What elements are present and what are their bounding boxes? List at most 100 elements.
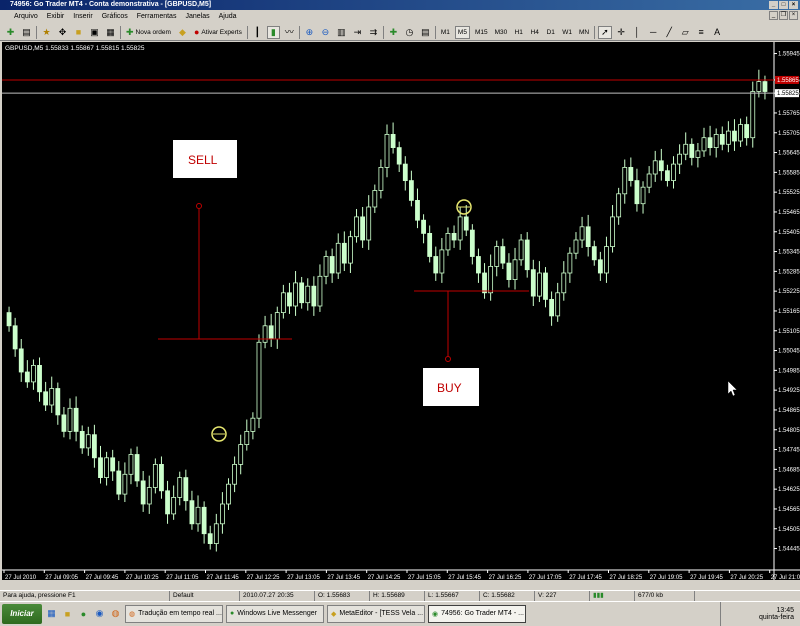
bull-candle	[738, 124, 743, 142]
menu-tools[interactable]: Ferramentas	[137, 13, 177, 20]
mdi-minimize-icon[interactable]: _	[769, 11, 778, 20]
menu-help[interactable]: Ajuda	[219, 13, 237, 20]
toolbar-separator	[594, 25, 596, 39]
zoom-out-button[interactable]: ⊖	[319, 26, 332, 39]
bull-candle	[640, 186, 646, 205]
trendline-tool-button[interactable]: ╱	[663, 26, 676, 39]
menu-file[interactable]: Arquivo	[14, 13, 38, 20]
metaeditor-button[interactable]: ◆	[176, 26, 189, 39]
indicators-icon: ✚	[389, 26, 398, 37]
templates-button[interactable]: ▤	[419, 26, 432, 39]
mouse-cursor-icon	[727, 380, 738, 397]
bull-candle	[146, 487, 152, 505]
price-tick-label: 1.55465	[778, 210, 800, 216]
messenger-icon[interactable]: ●	[77, 607, 90, 620]
bear-candle	[329, 256, 335, 274]
crosshair-tool-button[interactable]: ✛	[615, 26, 628, 39]
status-profile[interactable]: Default	[170, 591, 240, 601]
bull-candle	[671, 163, 676, 181]
experts-button[interactable]: ● Ativar Experts	[192, 26, 244, 39]
time-tick-label: 27 Jul 09:05	[45, 575, 78, 580]
market-watch-button[interactable]: ★	[40, 26, 53, 39]
fibonacci-tool-button[interactable]: ≡	[695, 26, 708, 39]
menu-bar: Arquivo Exibir Inserir Gráficos Ferramen…	[0, 10, 800, 22]
bear-candle	[421, 219, 426, 234]
periodicity-button[interactable]: ◷	[403, 26, 416, 39]
menu-charts[interactable]: Gráficos	[102, 13, 128, 20]
bull-candle	[177, 477, 183, 498]
task-messenger[interactable]: ● Windows Live Messenger	[226, 604, 324, 623]
close-icon[interactable]: ×	[789, 1, 798, 9]
cursor-tool-button[interactable]: ➚	[598, 25, 612, 39]
title-bar: 74956: Go Trader MT4 - Conta demonstrati…	[0, 0, 800, 10]
terminal-button[interactable]: ▣	[88, 26, 101, 39]
explorer-icon[interactable]: ■	[61, 607, 74, 620]
clock[interactable]: 13:45	[776, 607, 794, 614]
line-chart-button[interactable]: 〰	[283, 26, 296, 39]
horizontal-line-tool-button[interactable]: ─	[647, 26, 660, 39]
new-chart-button[interactable]: ✚	[4, 26, 17, 39]
crosshair-icon: ✛	[617, 26, 625, 37]
zoom-in-button[interactable]: ⊕	[303, 26, 316, 39]
bar-chart-button[interactable]: ┃	[251, 26, 264, 39]
period-w1[interactable]: W1	[560, 26, 574, 39]
navigator-icon: ✥	[58, 26, 67, 37]
tile-windows-button[interactable]: ▥	[335, 26, 348, 39]
bull-candle	[238, 444, 244, 465]
task-mt4[interactable]: ◉ 74956: Go Trader MT4 - ...	[428, 604, 526, 623]
mdi-restore-icon[interactable]: ❐	[779, 11, 788, 20]
bull-candle	[220, 503, 225, 525]
cursor-icon: ➚	[601, 26, 609, 37]
minimize-icon[interactable]: _	[769, 1, 778, 9]
indicators-button[interactable]: ✚	[387, 26, 400, 39]
period-m5[interactable]: M5	[454, 25, 470, 39]
data-window-button[interactable]: ■	[72, 26, 85, 39]
menu-insert[interactable]: Inserir	[73, 13, 92, 20]
media-icon[interactable]: ◉	[93, 607, 106, 620]
text-tool-button[interactable]: A	[711, 26, 724, 39]
bull-candle	[195, 506, 201, 525]
candlestick-chart[interactable]: GBPUSD,M5 1.55833 1.55867 1.55815 1.5582…	[2, 42, 800, 580]
start-button[interactable]: Iniciar	[2, 603, 42, 624]
bear-candle	[183, 477, 189, 502]
strategy-tester-button[interactable]: ▦	[104, 26, 117, 39]
bull-candle	[152, 463, 158, 488]
desktop-icon[interactable]: ▦	[45, 607, 58, 620]
bull-candle	[348, 236, 353, 264]
sell-label: SELL	[188, 153, 218, 167]
period-mn[interactable]: MN	[577, 26, 591, 39]
bear-candle	[37, 364, 42, 393]
mdi-close-icon[interactable]: ×	[789, 11, 798, 20]
autoscroll-button[interactable]: ⇉	[367, 26, 380, 39]
bear-candle	[299, 282, 305, 304]
profiles-button[interactable]: ▤	[20, 26, 33, 39]
chart-window[interactable]: GBPUSD,M5 1.55833 1.55867 1.55815 1.5582…	[2, 42, 800, 580]
bear-candle	[24, 371, 30, 383]
maximize-icon[interactable]: □	[779, 1, 788, 9]
menu-window[interactable]: Janelas	[185, 13, 209, 20]
period-h1[interactable]: H1	[512, 26, 525, 39]
task-metaeditor[interactable]: ◆ MetaEditor - [TESS Vela ...	[327, 604, 425, 623]
price-tick-label: 1.54865	[778, 408, 800, 414]
period-m30[interactable]: M30	[493, 26, 510, 39]
taskbar: Iniciar ▦ ■ ● ◉ ◍ ◍ Tradução em tempo re…	[0, 601, 800, 626]
price-tick-label: 1.54685	[778, 467, 800, 473]
candlestick-button[interactable]: ▮	[266, 25, 280, 39]
price-tick-label: 1.55225	[778, 289, 800, 295]
period-m1[interactable]: M1	[439, 26, 452, 39]
candles	[6, 69, 768, 552]
price-tick-label: 1.55765	[778, 111, 800, 117]
task-translation[interactable]: ◍ Tradução em tempo real ...	[125, 604, 223, 623]
period-d1[interactable]: D1	[544, 26, 557, 39]
vertical-line-tool-button[interactable]: │	[631, 26, 644, 39]
navigator-button[interactable]: ✥	[56, 26, 69, 39]
chart-shift-button[interactable]: ⇥	[351, 26, 364, 39]
channel-tool-button[interactable]: ▱	[679, 26, 692, 39]
browser-icon[interactable]: ◍	[109, 607, 122, 620]
market-watch-icon: ★	[42, 26, 51, 37]
new-order-button[interactable]: ✚ Nova ordem	[124, 26, 173, 39]
menu-view[interactable]: Exibir	[47, 13, 65, 20]
bull-candle	[104, 457, 109, 478]
period-h4[interactable]: H4	[528, 26, 541, 39]
period-m15[interactable]: M15	[473, 26, 490, 39]
